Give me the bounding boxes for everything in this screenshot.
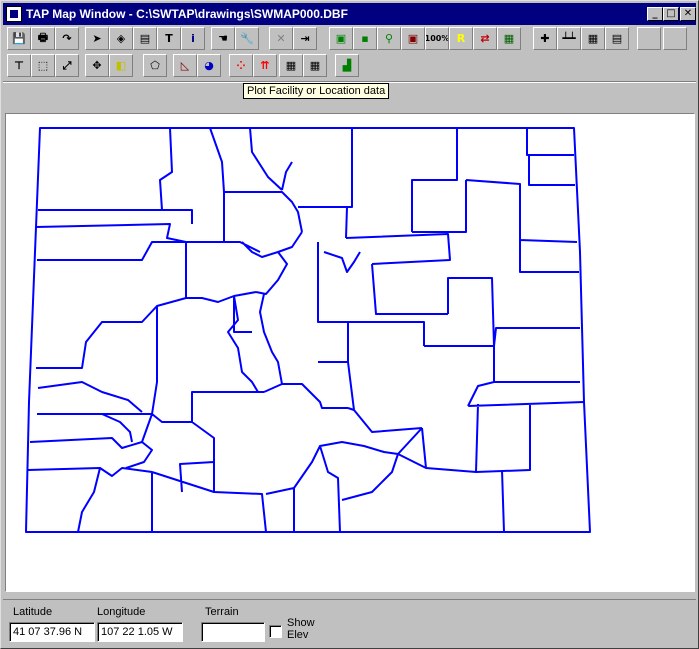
rect-select-button[interactable]: ⬚ — [31, 54, 55, 77]
move-cross-icon: ✥ — [92, 59, 102, 72]
diagonal-arrow-icon: ⤢ — [62, 58, 72, 72]
hand-button[interactable]: ☚ — [211, 27, 235, 50]
line-button[interactable]: ⊤ — [7, 54, 31, 77]
shade-icon: ◺ — [180, 59, 190, 72]
line-tool-icon: ⊤ — [13, 59, 25, 72]
blank-button-1[interactable] — [637, 27, 661, 50]
title-bar[interactable]: TAP Map Window - C:\SWTAP\drawings\SWMAP… — [3, 3, 696, 25]
red-arrows-icon: ⇈ — [260, 59, 270, 72]
delete-button[interactable]: ✕ — [269, 27, 293, 50]
app-icon[interactable] — [6, 6, 22, 22]
shade-button[interactable]: ◺ — [173, 54, 197, 77]
main-toolbar: 💾 🖶 ↷ ➤ ◈ ▤ Ti ☚ 🔧 ✕ ⇥ ▣ ▪ ⚲ ▣ 100% R ⇄ ▦ ✚ ┷┷ ▦ ▤ — [3, 26, 696, 52]
county-map[interactable] — [6, 114, 694, 591]
latitude-field: 41 07 37.96 N — [9, 622, 95, 642]
zoom-in-button[interactable]: ⚲ — [377, 27, 401, 50]
notepad-icon: ▤ — [611, 32, 623, 45]
close-button[interactable]: ✕ — [680, 7, 696, 21]
rect-select-icon: ⬚ — [37, 59, 49, 72]
color-grid-icon: ▦ — [309, 59, 321, 72]
zoom-small-button[interactable]: ▪ — [353, 27, 377, 50]
ruler-icon: ┷┷ — [562, 32, 576, 45]
map-icon: ▦ — [503, 32, 515, 45]
map-button[interactable]: ▦ — [497, 27, 521, 50]
zoom-all-button[interactable]: ▣ — [329, 27, 353, 50]
longitude-label: Longitude — [97, 606, 146, 618]
show-elev-label: Show — [287, 617, 315, 629]
map-toolbar: ⊤ ⬚ ⤢ ✥ ◧ ⬠ ◺ ◕ ⁘ ⇈ ▦ ▦ ▟ — [3, 53, 696, 79]
r-button[interactable]: R — [449, 27, 473, 50]
floppy-icon: 💾 — [12, 32, 26, 45]
text-button[interactable]: T — [157, 27, 181, 50]
text-T-icon: T — [165, 32, 173, 45]
latitude-label: Latitude — [13, 606, 53, 618]
add-button[interactable]: ✚ — [533, 27, 557, 50]
show-elev-label-2: Elev — [287, 629, 309, 641]
export-icon: ⇄ — [480, 32, 490, 45]
percent-icon: 100% — [425, 34, 449, 43]
save-button[interactable]: 💾 — [7, 27, 31, 50]
grid-button[interactable]: ▦ — [581, 27, 605, 50]
print-button[interactable]: 🖶 — [31, 27, 55, 50]
grid-plot-button[interactable]: ▦ — [279, 54, 303, 77]
wrench-icon: 🔧 — [240, 32, 254, 45]
longitude-field: 107 22 1.05 W — [97, 622, 183, 642]
layer-button[interactable]: ▤ — [133, 27, 157, 50]
minimize-button[interactable]: _ — [647, 7, 663, 21]
red-box-icon: ▣ — [407, 32, 419, 45]
notes-button[interactable]: ▤ — [605, 27, 629, 50]
pointer-icon: ➤ — [92, 32, 102, 45]
resize-button[interactable]: ⤢ — [55, 54, 79, 77]
scatter-points-icon: ⁘ — [236, 59, 246, 72]
layers-icon: ▤ — [139, 32, 151, 45]
map-window: TAP Map Window - C:\SWTAP\drawings\SWMAP… — [0, 0, 699, 649]
terrain-field — [201, 622, 265, 642]
export-button[interactable]: ⇄ — [473, 27, 497, 50]
x-icon: ✕ — [276, 32, 286, 45]
exit-button[interactable]: ⇥ — [293, 27, 317, 50]
ruler-button[interactable]: ┷┷ — [557, 27, 581, 50]
door-arrow-icon: ⇥ — [300, 32, 310, 45]
histogram-button[interactable]: ▟ — [335, 54, 359, 77]
select-button[interactable]: ➤ — [85, 27, 109, 50]
arrow-curve-icon: ↷ — [62, 32, 72, 45]
grid-icon: ▦ — [587, 32, 599, 45]
window-title: TAP Map Window - C:\SWTAP\drawings\SWMAP… — [26, 7, 348, 21]
r-letter-icon: R — [456, 32, 466, 45]
redo-button[interactable]: ↷ — [55, 27, 79, 50]
green-dot-icon: ▪ — [361, 32, 369, 45]
magnifier-icon: ⚲ — [384, 32, 394, 45]
blank-button-2[interactable] — [663, 27, 687, 50]
vector-button[interactable]: ⇈ — [253, 54, 277, 77]
terrain-label: Terrain — [205, 606, 239, 618]
overlap-squares-icon: ◧ — [115, 59, 127, 72]
paint-bucket-icon: ◈ — [116, 32, 126, 45]
overlay-button[interactable]: ◧ — [109, 54, 133, 77]
fill-button[interactable]: ◈ — [109, 27, 133, 50]
tooltip: Plot Facility or Location data — [243, 83, 390, 99]
plot-facility-button[interactable]: ⁘ — [229, 54, 253, 77]
info-button[interactable]: i — [181, 27, 205, 50]
pie-chart-icon: ◕ — [204, 59, 214, 72]
contour-button[interactable]: ▦ — [303, 54, 327, 77]
status-bar: Latitude 41 07 37.96 N Longitude 107 22 … — [3, 599, 696, 647]
pan-button[interactable]: ✥ — [85, 54, 109, 77]
bar-chart-icon: ▟ — [342, 59, 352, 72]
printer-icon: 🖶 — [37, 31, 49, 44]
hand-icon: ☚ — [218, 32, 228, 45]
grid-icon: ▦ — [285, 59, 297, 72]
maximize-button[interactable]: □ — [663, 7, 679, 21]
show-elev-checkbox[interactable] — [269, 625, 282, 638]
green-box-icon: ▣ — [335, 32, 347, 45]
tool-button[interactable]: 🔧 — [235, 27, 259, 50]
pie-button[interactable]: ◕ — [197, 54, 221, 77]
map-canvas[interactable] — [5, 113, 695, 592]
county-boundaries — [27, 127, 585, 533]
zoom-100-button[interactable]: 100% — [425, 27, 449, 50]
plus-icon: ✚ — [540, 32, 550, 45]
zoom-out-button[interactable]: ▣ — [401, 27, 425, 50]
polygon-icon: ⬠ — [150, 59, 160, 72]
info-icon: i — [191, 32, 195, 45]
polygon-button[interactable]: ⬠ — [143, 54, 167, 77]
